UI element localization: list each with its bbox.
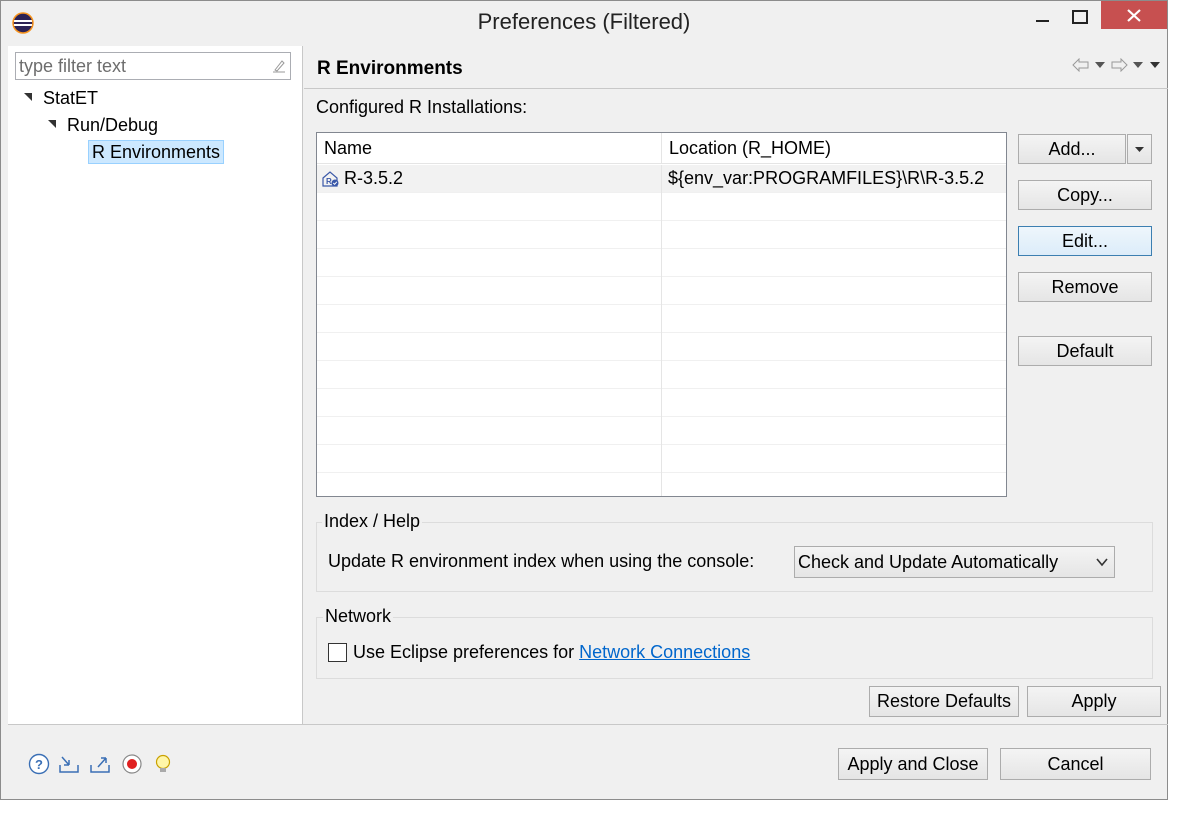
minimize-icon	[1036, 20, 1049, 22]
restore-defaults-button[interactable]: Restore Defaults	[869, 686, 1019, 717]
view-menu-icon[interactable]	[1148, 61, 1162, 69]
environment-name: R-3.5.2	[344, 168, 404, 188]
network-title: Network	[323, 606, 394, 627]
table-row	[317, 389, 1006, 417]
bottom-divider	[8, 724, 1168, 725]
table-row	[317, 473, 1006, 496]
copy-button[interactable]: Copy...	[1018, 180, 1152, 210]
page-header: R Environments	[304, 46, 1168, 88]
page-navigation	[1072, 56, 1162, 74]
add-dropdown-button[interactable]	[1127, 134, 1152, 164]
title-bar[interactable]: Preferences (Filtered)	[1, 1, 1167, 45]
use-eclipse-network-checkbox[interactable]	[328, 643, 347, 662]
tree-item-r-environments[interactable]: R Environments	[88, 140, 225, 164]
filter-field[interactable]	[15, 52, 291, 80]
tree-item-label: StatET	[43, 88, 99, 108]
table-row	[317, 193, 1006, 221]
table-row	[317, 221, 1006, 249]
tree-item-label: Run/Debug	[67, 115, 159, 135]
default-button[interactable]: Default	[1018, 336, 1152, 366]
table-row	[317, 445, 1006, 473]
network-connections-link[interactable]: Network Connections	[579, 642, 750, 662]
filter-input[interactable]	[19, 55, 269, 77]
expanded-icon[interactable]	[24, 93, 32, 102]
network-checkbox-text: Use Eclipse preferences for	[353, 642, 575, 662]
export-icon[interactable]	[89, 753, 111, 775]
tree-item-statet[interactable]: StatET	[24, 86, 101, 110]
chevron-down-icon[interactable]	[1094, 61, 1106, 69]
help-icon[interactable]: ?	[28, 753, 50, 775]
installations-table[interactable]: Name Location (R_HOME) R R-3.5.2 ${env_v…	[316, 132, 1007, 497]
record-icon[interactable]	[121, 753, 143, 775]
preferences-dialog: Preferences (Filtered) StatET Run/Debug …	[0, 0, 1168, 800]
chevron-down-icon[interactable]	[1132, 61, 1144, 69]
close-button[interactable]	[1101, 1, 1167, 29]
chevron-down-icon	[1096, 558, 1108, 567]
table-row	[317, 361, 1006, 389]
header-divider	[304, 88, 1168, 89]
column-header-location[interactable]: Location (R_HOME)	[662, 133, 1006, 164]
table-row	[317, 277, 1006, 305]
index-update-value: Check and Update Automatically	[798, 552, 1059, 572]
apply-and-close-button[interactable]: Apply and Close	[838, 748, 988, 780]
clear-filter-icon[interactable]	[272, 59, 286, 73]
cancel-button[interactable]: Cancel	[1000, 748, 1151, 780]
expanded-icon[interactable]	[48, 120, 56, 129]
add-button[interactable]: Add...	[1018, 134, 1126, 164]
maximize-icon	[1072, 10, 1088, 24]
environment-location: ${env_var:PROGRAMFILES}\R\R-3.5.2	[668, 168, 985, 188]
chevron-down-icon	[1135, 147, 1144, 152]
minimize-button[interactable]	[1023, 3, 1061, 33]
svg-text:R: R	[326, 177, 332, 186]
index-help-title: Index / Help	[322, 511, 423, 532]
installations-label: Configured R Installations:	[316, 97, 528, 117]
table-row	[317, 305, 1006, 333]
svg-text:?: ?	[35, 757, 43, 772]
network-checkbox-label: Use Eclipse preferences for Network Conn…	[353, 642, 750, 663]
back-arrow-icon[interactable]	[1072, 58, 1090, 72]
import-icon[interactable]	[58, 753, 80, 775]
page-title: R Environments	[317, 58, 463, 79]
column-header-name[interactable]: Name	[317, 133, 662, 164]
tree-item-label: R Environments	[88, 140, 225, 164]
close-icon	[1127, 9, 1141, 22]
window-title: Preferences (Filtered)	[477, 9, 691, 34]
edit-button[interactable]: Edit...	[1018, 226, 1152, 256]
table-row	[317, 249, 1006, 277]
preference-tree-pane: StatET Run/Debug R Environments	[8, 46, 303, 724]
r-environment-icon: R	[322, 171, 339, 187]
table-row	[317, 333, 1006, 361]
remove-button[interactable]: Remove	[1018, 272, 1152, 302]
index-update-select[interactable]: Check and Update Automatically	[794, 546, 1115, 578]
tip-icon[interactable]	[152, 753, 174, 775]
forward-arrow-icon[interactable]	[1110, 58, 1128, 72]
table-row[interactable]: R R-3.5.2 ${env_var:PROGRAMFILES}\R\R-3.…	[317, 165, 1006, 193]
maximize-button[interactable]	[1061, 3, 1099, 33]
table-row	[317, 417, 1006, 445]
apply-button[interactable]: Apply	[1027, 686, 1161, 717]
tree-item-run-debug[interactable]: Run/Debug	[48, 113, 161, 137]
index-update-label: Update R environment index when using th…	[328, 551, 755, 571]
